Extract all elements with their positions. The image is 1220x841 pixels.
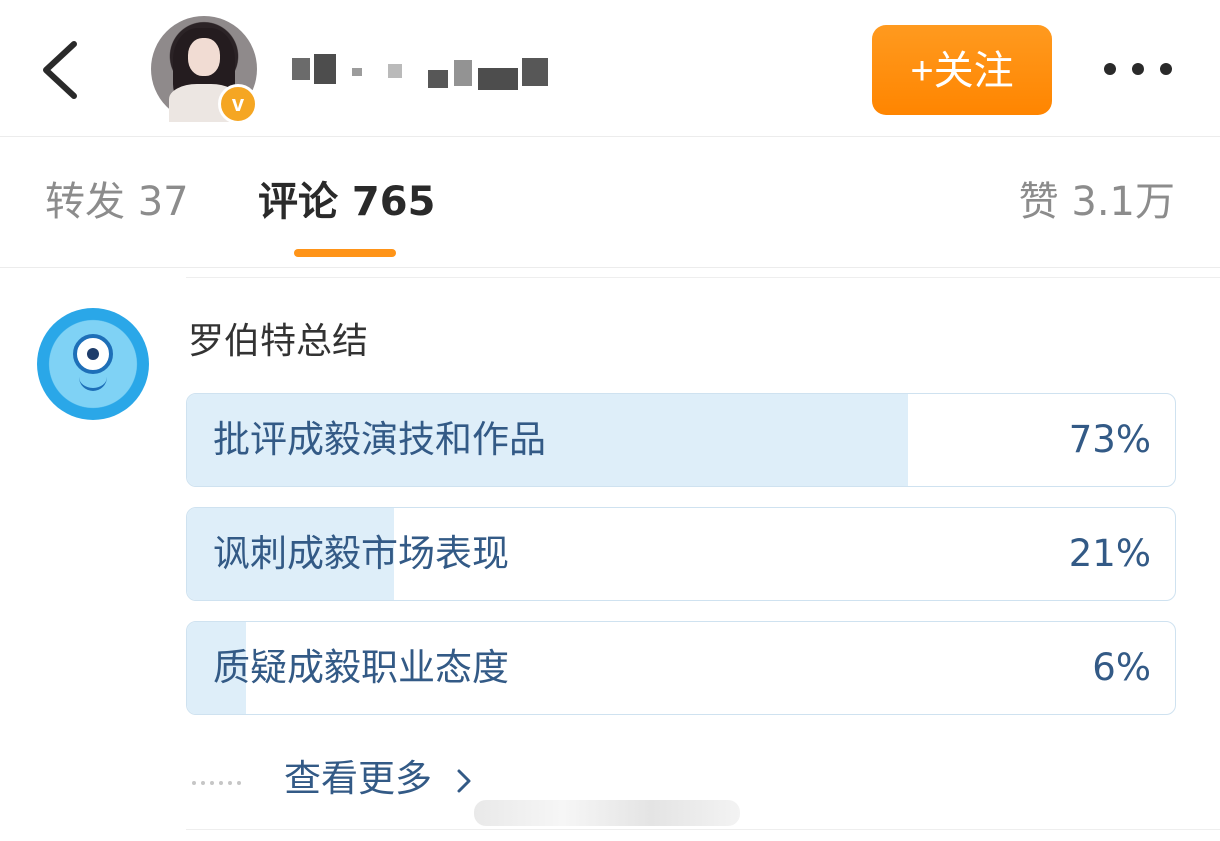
active-tab-indicator: [294, 249, 396, 257]
divider: [186, 277, 1220, 278]
summary-item-percent: 73%: [1068, 418, 1151, 461]
tab-bar: 转发 37 评论 765 赞 3.1万: [0, 137, 1220, 268]
tab-likes[interactable]: 赞 3.1万: [1019, 177, 1175, 227]
verified-icon: v: [218, 84, 258, 124]
robot-mouth: [79, 376, 107, 391]
back-icon[interactable]: [36, 40, 84, 100]
summary-item[interactable]: 质疑成毅职业态度 6%: [186, 621, 1176, 715]
see-more-link[interactable]: 查看更多: [284, 754, 474, 804]
robot-eye: [73, 334, 113, 374]
summary-item-label: 批评成毅演技和作品: [213, 418, 546, 461]
tab-repost[interactable]: 转发 37: [45, 177, 189, 227]
ellipsis-dots: [192, 770, 252, 785]
summary-item-percent: 21%: [1068, 532, 1151, 575]
top-bar: v +关注: [0, 0, 1220, 137]
tab-comments[interactable]: 评论 765: [258, 177, 435, 227]
watermark-blur: [474, 800, 740, 826]
summary-item-percent: 6%: [1092, 646, 1151, 689]
summary-item[interactable]: 批评成毅演技和作品 73%: [186, 393, 1176, 487]
robot-avatar-icon[interactable]: [37, 308, 149, 420]
avatar-face: [188, 38, 220, 76]
username-redacted[interactable]: [292, 52, 560, 92]
follow-button[interactable]: +关注: [872, 25, 1052, 115]
more-icon[interactable]: [1102, 58, 1174, 80]
divider: [186, 829, 1220, 830]
chevron-right-icon: [457, 769, 471, 792]
summary-item[interactable]: 讽刺成毅市场表现 21%: [186, 507, 1176, 601]
summary-item-label: 质疑成毅职业态度: [213, 646, 509, 689]
summary-title: 罗伯特总结: [188, 321, 369, 362]
summary-item-label: 讽刺成毅市场表现: [213, 532, 509, 575]
see-more-label: 查看更多: [284, 757, 432, 800]
